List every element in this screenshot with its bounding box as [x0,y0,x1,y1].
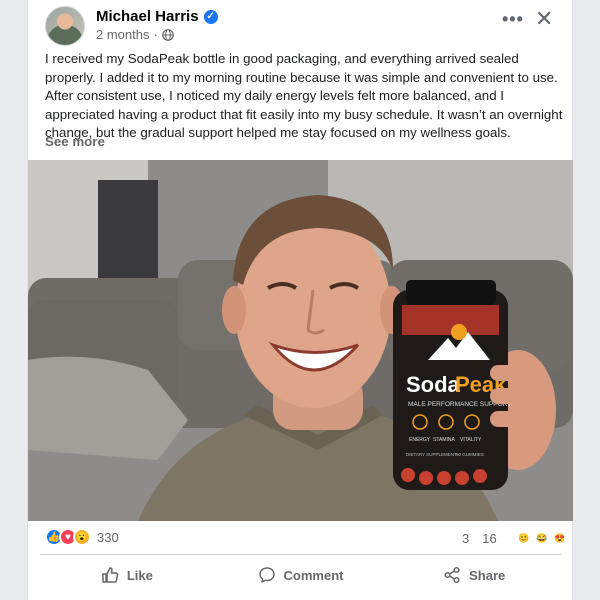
post-photo[interactable]: Soda Peak MALE PERFORMANCE SUPPORT ENERG… [28,160,573,521]
smile-emoji-icon: 😊 [518,533,530,543]
action-divider [40,554,561,555]
bottle-benefit-3: VITALITY [460,437,482,443]
emoji-strip: 😊 😂 😍 [516,530,568,546]
see-more-link[interactable]: See more [45,134,105,149]
reaction-summary[interactable]: 👍 ♥ 😮 330 [45,528,119,546]
bottle-benefit-1: ENERGY [409,437,431,443]
verified-badge-icon: ✓ [203,9,218,24]
bottle-brand-a: Soda [406,372,461,397]
avatar[interactable] [45,6,85,46]
share-count[interactable]: 16 [482,531,496,546]
like-button-label: Like [126,567,153,583]
laugh-emoji-icon: 😂 [536,533,548,543]
more-options-icon[interactable]: ••• [502,9,524,30]
bottle-benefit-2: STAMINA [433,437,456,443]
post-card: Michael Harris ✓ 2 months · ••• ✕ I rece… [27,0,573,600]
post-timestamp[interactable]: 2 months [96,27,149,42]
close-icon[interactable]: ✕ [535,6,553,32]
engagement-stats: 3 16 😊 😂 😍 [462,530,568,546]
photo-illustration: Soda Peak MALE PERFORMANCE SUPPORT ENERG… [28,160,573,521]
comment-button-label: Comment [283,567,344,583]
post-meta: 2 months · [96,27,174,42]
post-text: I received my SodaPeak bottle in good pa… [45,51,563,140]
share-button[interactable]: Share [387,556,561,594]
comment-count[interactable]: 3 [462,531,469,546]
share-icon [444,566,460,584]
action-bar: Like Comment Share [40,556,561,594]
comment-button[interactable]: Comment [214,556,388,594]
globe-icon [162,28,174,41]
thumbs-up-icon [102,567,119,583]
author-name[interactable]: Michael Harris [96,8,199,25]
wow-reaction-icon: 😮 [73,528,91,546]
reaction-count: 330 [97,529,119,545]
bottle-footer-right: 60 GUMMIES [456,452,484,457]
meta-separator: · [153,27,158,42]
bottle-footer-left: DIETARY SUPPLEMENT [406,452,457,457]
author-row: Michael Harris ✓ [96,8,218,25]
heart-eyes-emoji-icon: 😍 [554,533,566,543]
comment-bubble-icon [258,567,275,583]
like-button[interactable]: Like [40,556,214,594]
share-button-label: Share [469,567,506,583]
